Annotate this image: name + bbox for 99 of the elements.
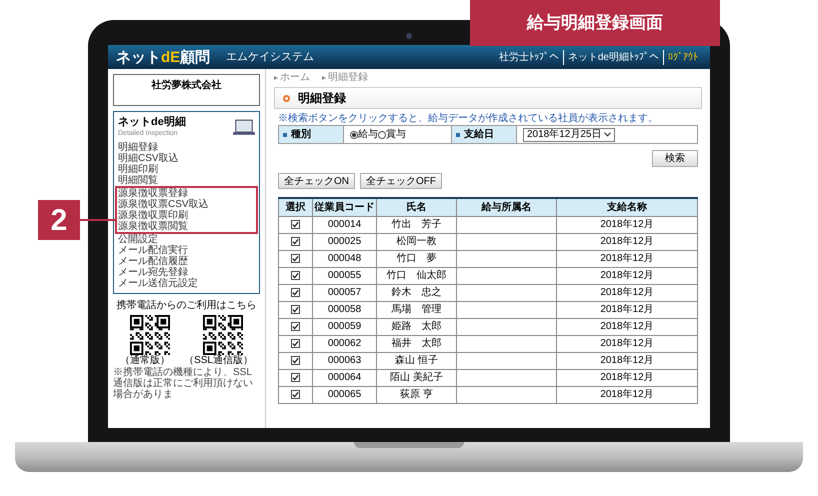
square-bullet-icon	[456, 132, 460, 136]
qr-label: （SSL通信版）	[184, 355, 253, 367]
table-cell: 2018年12月	[556, 233, 698, 250]
search-button[interactable]: 検索	[652, 150, 698, 167]
table-cell: 000065	[312, 386, 376, 403]
callout-badge: 2	[38, 200, 80, 240]
table-cell: 2018年12月	[556, 267, 698, 284]
qr-label: （通常版）	[120, 355, 170, 366]
page-title: 明細登録	[298, 90, 346, 107]
instruction-note: ※検索ボタンをクリックすると、給与データが作成されている社員が表示されます。	[278, 112, 659, 125]
table-cell: 000025	[312, 233, 376, 250]
table-cell: 2018年12月	[556, 369, 698, 386]
table-cell: 馬場 管理	[376, 301, 456, 318]
row-checkbox[interactable]	[291, 220, 300, 229]
menu-item[interactable]: メール送信元設定	[118, 278, 255, 289]
menu-item[interactable]: メール宛先登録	[118, 267, 255, 278]
menu-item[interactable]: 公開設定	[118, 234, 255, 245]
table-cell: 2018年12月	[556, 250, 698, 267]
check-all-button[interactable]: 全チェックOFF	[360, 173, 442, 189]
row-checkbox[interactable]	[291, 339, 300, 348]
row-checkbox[interactable]	[291, 288, 300, 297]
table-cell: 森山 恒子	[376, 352, 456, 369]
header-link[interactable]: ネットde明細ﾄｯﾌﾟへ	[564, 50, 664, 64]
column-header: 従業員コード	[312, 198, 376, 216]
table-cell: 姫路 太郎	[376, 318, 456, 335]
row-checkbox[interactable]	[291, 305, 300, 314]
square-bullet-icon	[283, 132, 287, 136]
table-cell: 竹口 夢	[376, 250, 456, 267]
table-cell: 2018年12月	[556, 216, 698, 233]
mobile-title: 携帯電話からのご利用はこちら	[116, 300, 258, 312]
breadcrumb-arrow-icon	[322, 76, 326, 80]
field-label: 種別	[291, 128, 311, 142]
table-cell: 鈴木 忠之	[376, 284, 456, 301]
row-checkbox[interactable]	[291, 254, 300, 263]
table-cell: 竹口 仙太郎	[376, 267, 456, 284]
qr-code-drawing	[130, 315, 170, 355]
nav-title: ネットde明細	[118, 116, 186, 129]
menu-item[interactable]: 明細CSV取込	[118, 153, 255, 164]
table-cell: 000064	[312, 369, 376, 386]
chevron-down-icon	[604, 132, 611, 137]
column-header: 支給名称	[556, 198, 698, 216]
row-checkbox[interactable]	[291, 237, 300, 246]
company-box: 社労夢株式会社	[113, 74, 260, 106]
column-header: 選択	[278, 198, 312, 216]
monitor-icon	[233, 118, 255, 136]
menu-item[interactable]: 源泉徴収票CSV取込	[118, 199, 255, 210]
radio-button[interactable]	[350, 130, 358, 138]
menu-item[interactable]: 明細登録	[118, 142, 255, 153]
logo: ネット dE顧問	[116, 50, 210, 64]
column-header: 氏名	[376, 198, 456, 216]
bullet-icon	[283, 94, 290, 102]
camera-icon	[406, 33, 412, 39]
menu-item[interactable]: 源泉徴収票印刷	[118, 210, 255, 221]
table-cell: 000062	[312, 335, 376, 352]
breadcrumb-link[interactable]: 明細登録	[328, 72, 368, 84]
table-cell: 2018年12月	[556, 335, 698, 352]
radio-label: 賞与	[386, 128, 406, 142]
banner: 給与明細登録画面	[470, 0, 720, 46]
header-link[interactable]: ﾛｸﾞｱｳﾄ	[664, 50, 702, 64]
row-checkbox[interactable]	[291, 390, 300, 399]
qr-code-drawing	[203, 315, 244, 355]
table-cell: 000057	[312, 284, 376, 301]
mobile-note: ※携帯電話の機種により、SSL通信版は正常にご利用頂けない場合がありま	[113, 367, 254, 400]
table-cell: 2018年12月	[556, 284, 698, 301]
menu-item[interactable]: 源泉徴収票閲覧	[118, 221, 255, 232]
menu-item[interactable]: 明細閲覧	[118, 175, 255, 186]
menu-item[interactable]: メール配信実行	[118, 245, 255, 256]
radio-button[interactable]	[378, 130, 386, 138]
company-name: エムケイシステム	[226, 50, 314, 65]
field-label: 支給日	[464, 128, 494, 142]
table-cell: 000048	[312, 250, 376, 267]
table-cell: 000014	[312, 216, 376, 233]
table-cell: 福井 太郎	[376, 335, 456, 352]
table-cell: 000058	[312, 301, 376, 318]
check-all-button[interactable]: 全チェックON	[278, 173, 355, 189]
menu-item[interactable]: メール配信履歴	[118, 256, 255, 267]
row-checkbox[interactable]	[291, 356, 300, 365]
table-cell: 2018年12月	[556, 318, 698, 335]
table-cell: 陌山 美紀子	[376, 369, 456, 386]
table-cell: 2018年12月	[556, 301, 698, 318]
table-cell: 2018年12月	[556, 386, 698, 403]
table-cell: 000059	[312, 318, 376, 335]
breadcrumb-link[interactable]: ホーム	[280, 72, 310, 84]
table-cell: 000063	[312, 352, 376, 369]
date-select[interactable]: 2018年12月25日	[523, 128, 615, 142]
menu-item[interactable]: 源泉徴収票登録	[118, 188, 255, 199]
header-link[interactable]: 社労士ﾄｯﾌﾟへ	[494, 50, 564, 64]
table-cell: 松岡一教	[376, 233, 456, 250]
column-header: 給与所属名	[456, 198, 556, 216]
table-cell: 荻原 亨	[376, 386, 456, 403]
breadcrumb-arrow-icon	[274, 76, 278, 80]
table-cell: 000055	[312, 267, 376, 284]
menu-item[interactable]: 明細印刷	[118, 164, 255, 175]
row-checkbox[interactable]	[291, 271, 300, 280]
table-cell: 2018年12月	[556, 352, 698, 369]
row-checkbox[interactable]	[291, 373, 300, 382]
table-cell: 竹出 芳子	[376, 216, 456, 233]
row-checkbox[interactable]	[291, 322, 300, 331]
radio-label: 給与	[358, 128, 378, 142]
